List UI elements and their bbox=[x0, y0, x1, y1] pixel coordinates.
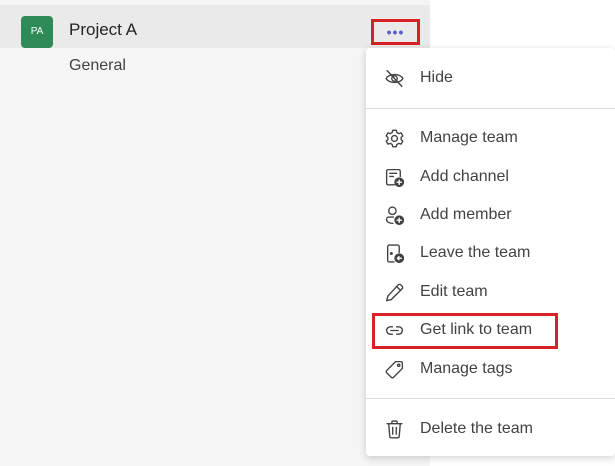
menu-item-label: Manage team bbox=[420, 129, 518, 146]
menu-item-label: Edit team bbox=[420, 283, 488, 300]
menu-item-label: Manage tags bbox=[420, 360, 513, 377]
tag-icon bbox=[385, 360, 404, 379]
add-channel-icon bbox=[385, 168, 405, 188]
menu-divider bbox=[366, 398, 615, 399]
leave-icon bbox=[386, 244, 405, 264]
channel-item-general[interactable]: General bbox=[69, 57, 126, 75]
pencil-icon bbox=[386, 283, 404, 302]
menu-item-label: Add channel bbox=[420, 168, 509, 185]
ellipsis-icon: ••• bbox=[386, 24, 405, 40]
menu-item-label: Leave the team bbox=[420, 244, 531, 261]
gear-icon bbox=[385, 129, 404, 148]
menu-item-delete-team[interactable]: Delete the team bbox=[366, 410, 615, 448]
add-member-icon bbox=[385, 206, 405, 226]
team-avatar: PA bbox=[21, 16, 53, 48]
menu-item-label: Add member bbox=[420, 206, 512, 223]
menu-item-label: Get link to team bbox=[420, 321, 533, 338]
menu-item-leave-team[interactable]: Leave the team bbox=[366, 234, 615, 272]
menu-item-hide[interactable]: Hide bbox=[366, 59, 615, 97]
team-row-project-a[interactable]: PA Project A ••• bbox=[0, 5, 430, 48]
menu-item-manage-team[interactable]: Manage team bbox=[366, 119, 615, 157]
menu-item-add-member[interactable]: Add member bbox=[366, 196, 615, 234]
menu-item-get-link[interactable]: Get link to team bbox=[366, 311, 615, 349]
menu-item-edit-team[interactable]: Edit team bbox=[366, 273, 615, 311]
link-icon bbox=[385, 326, 404, 335]
menu-item-label: Hide bbox=[420, 69, 453, 86]
team-context-menu: Hide Manage team Add channel Add member bbox=[366, 48, 615, 456]
more-options-button[interactable]: ••• bbox=[371, 19, 420, 45]
menu-divider bbox=[366, 108, 615, 109]
team-name: Project A bbox=[69, 20, 138, 39]
trash-icon bbox=[386, 420, 403, 439]
menu-item-label: Delete the team bbox=[420, 420, 533, 437]
menu-item-add-channel[interactable]: Add channel bbox=[366, 158, 615, 196]
menu-item-manage-tags[interactable]: Manage tags bbox=[366, 350, 615, 388]
hide-icon bbox=[385, 69, 404, 88]
